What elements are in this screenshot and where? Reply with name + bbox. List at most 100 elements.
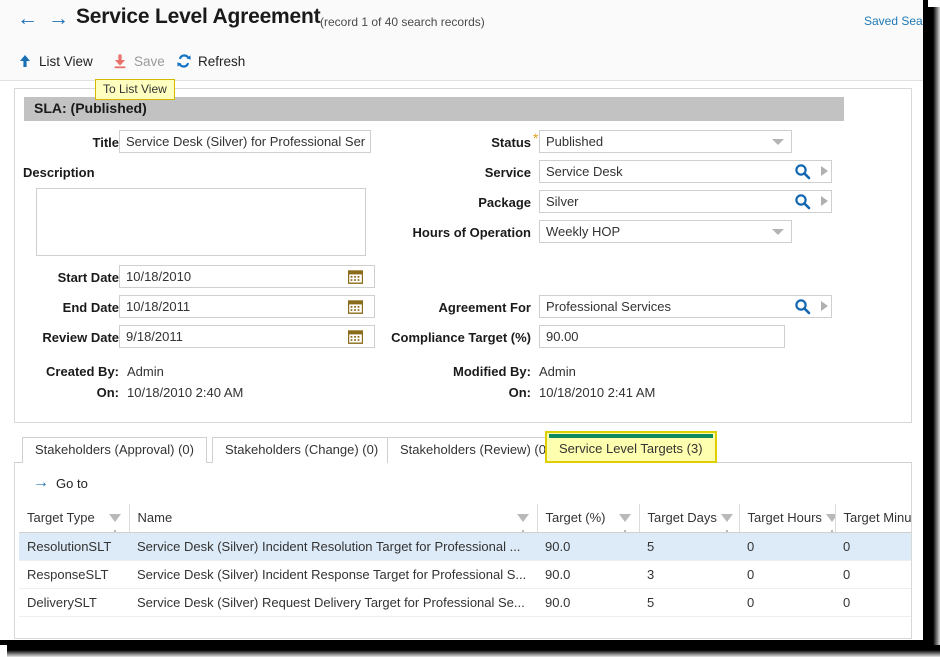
arrow-up-icon xyxy=(17,53,33,69)
tab-stakeholders-review[interactable]: Stakeholders (Review) (0) xyxy=(387,437,564,463)
tab-label: Service Level Targets (3) xyxy=(559,441,703,456)
agreement-for-input[interactable]: Professional Services xyxy=(539,295,832,318)
compliance-target-label: Compliance Target (%) xyxy=(391,330,531,345)
column-header-target-type[interactable]: Target Type xyxy=(19,504,130,533)
cell-name[interactable]: Service Desk (Silver) Request Delivery T… xyxy=(129,588,537,617)
save-download-icon xyxy=(112,53,128,69)
calendar-icon[interactable] xyxy=(347,269,364,287)
arrow-right-icon[interactable]: → xyxy=(48,8,69,29)
column-header-name[interactable]: Name xyxy=(129,504,538,533)
cell-name[interactable]: Service Desk (Silver) Incident Response … xyxy=(129,560,537,589)
cell-target-hours: 0 xyxy=(739,532,835,561)
tab-stakeholders-approval[interactable]: Stakeholders (Approval) (0) xyxy=(22,437,207,463)
column-header-target-days[interactable]: Target Days xyxy=(639,504,740,533)
tab-label: Stakeholders (Review) (0) xyxy=(400,442,551,457)
start-date-label: Start Date xyxy=(57,270,119,285)
search-icon[interactable] xyxy=(794,298,811,318)
table-row[interactable]: ResponseSLT Service Desk (Silver) Incide… xyxy=(19,560,911,589)
filter-funnel-icon[interactable] xyxy=(825,513,834,532)
package-input[interactable]: Silver xyxy=(539,190,832,213)
table-row[interactable]: ResolutionSLT Service Desk (Silver) Inci… xyxy=(19,532,911,561)
modified-on-value: 10/18/2010 2:41 AM xyxy=(539,385,656,400)
filter-funnel-icon[interactable] xyxy=(108,513,121,532)
column-label: Target Minutes xyxy=(843,510,912,525)
cell-target-minutes: 0 xyxy=(835,560,911,589)
table-row[interactable]: DeliverySLT Service Desk (Silver) Reques… xyxy=(19,588,911,617)
cell-target-type[interactable]: ResolutionSLT xyxy=(19,532,129,561)
chevron-right-icon[interactable] xyxy=(821,301,828,311)
start-date-input[interactable]: 10/18/2010 xyxy=(119,265,375,288)
hours-of-operation-select[interactable]: Weekly HOP xyxy=(539,220,792,243)
filter-funnel-icon[interactable] xyxy=(516,513,529,532)
description-label: Description xyxy=(23,165,95,180)
saved-search-link[interactable]: Saved Sea xyxy=(864,14,923,28)
application-window: ← → Service Level Agreement (record 1 of… xyxy=(0,0,928,645)
column-header-target-pct[interactable]: Target (%) xyxy=(537,504,640,533)
created-by-label: Created By: xyxy=(46,364,119,379)
tab-stakeholders-change[interactable]: Stakeholders (Change) (0) xyxy=(212,437,392,463)
compliance-target-input[interactable]: 90.00 xyxy=(539,325,785,348)
required-asterisk-icon: * xyxy=(533,130,539,146)
record-count-text: (record 1 of 40 search records) xyxy=(320,15,485,29)
cell-target-hours: 0 xyxy=(739,588,835,617)
cell-target-type[interactable]: ResponseSLT xyxy=(19,560,129,589)
description-textarea[interactable] xyxy=(36,188,366,256)
chevron-down-icon[interactable] xyxy=(772,139,784,145)
hours-of-operation-label: Hours of Operation xyxy=(412,225,531,240)
review-date-input[interactable]: 9/18/2011 xyxy=(119,325,375,348)
arrow-left-icon[interactable]: ← xyxy=(17,8,38,29)
refresh-button[interactable]: Refresh xyxy=(176,53,245,69)
status-label: Status xyxy=(491,135,531,150)
tab-service-level-targets[interactable]: Service Level Targets (3) xyxy=(545,431,717,463)
window-shadow-bottom xyxy=(6,645,940,657)
search-icon[interactable] xyxy=(794,163,811,183)
go-to-button[interactable]: → Go to xyxy=(33,474,88,492)
created-by-value: Admin xyxy=(127,364,164,379)
cell-target-days: 5 xyxy=(639,588,739,617)
cell-name[interactable]: Service Desk (Silver) Incident Resolutio… xyxy=(129,532,537,561)
modified-by-value: Admin xyxy=(539,364,576,379)
column-header-target-minutes[interactable]: Target Minutes xyxy=(835,504,912,533)
filter-funnel-icon[interactable] xyxy=(618,513,631,532)
service-level-targets-panel: → Go to Target Type Name Target (%) Targ… xyxy=(14,463,912,639)
title-label: Title xyxy=(92,135,120,150)
column-label: Target (%) xyxy=(545,510,606,525)
page-title: Service Level Agreement xyxy=(76,5,321,28)
save-button[interactable]: Save xyxy=(112,53,165,69)
agreement-for-label: Agreement For xyxy=(438,300,531,315)
end-date-label: End Date xyxy=(62,300,119,315)
column-header-target-hours[interactable]: Target Hours xyxy=(739,504,836,533)
created-on-value: 10/18/2010 2:40 AM xyxy=(127,385,244,400)
review-date-label: Review Date xyxy=(42,330,119,345)
list-view-tooltip: To List View xyxy=(95,79,175,100)
calendar-icon[interactable] xyxy=(347,329,364,347)
filter-funnel-icon[interactable] xyxy=(720,513,733,532)
service-input[interactable]: Service Desk xyxy=(539,160,832,183)
list-view-button[interactable]: List View xyxy=(17,53,93,69)
refresh-icon xyxy=(176,53,192,69)
table-header-row: Target Type Name Target (%) Target Days … xyxy=(19,504,912,533)
arrow-right-icon: → xyxy=(33,474,49,491)
status-select[interactable]: Published xyxy=(539,130,792,153)
record-toolbar: List View Save Refresh xyxy=(0,40,923,81)
column-label: Name xyxy=(137,510,173,525)
page-header: ← → Service Level Agreement (record 1 of… xyxy=(0,0,923,40)
search-icon[interactable] xyxy=(794,193,811,213)
cell-target-pct: 90.0 xyxy=(537,560,639,589)
section-header: SLA: (Published) xyxy=(24,97,844,121)
cell-target-days: 5 xyxy=(639,532,739,561)
modified-on-label: On: xyxy=(508,385,531,400)
calendar-icon[interactable] xyxy=(347,299,364,317)
column-label: Target Type xyxy=(27,510,95,525)
chevron-down-icon[interactable] xyxy=(772,229,784,235)
title-input[interactable]: Service Desk (Silver) for Professional S… xyxy=(119,130,371,153)
save-label: Save xyxy=(134,53,165,69)
cell-target-days: 3 xyxy=(639,560,739,589)
chevron-right-icon[interactable] xyxy=(821,166,828,176)
cell-target-type[interactable]: DeliverySLT xyxy=(19,588,129,617)
end-date-input[interactable]: 10/18/2011 xyxy=(119,295,375,318)
column-label: Target Hours xyxy=(747,510,822,525)
window-shadow-right xyxy=(928,6,940,651)
tab-label: Stakeholders (Approval) (0) xyxy=(35,442,194,457)
chevron-right-icon[interactable] xyxy=(821,196,828,206)
